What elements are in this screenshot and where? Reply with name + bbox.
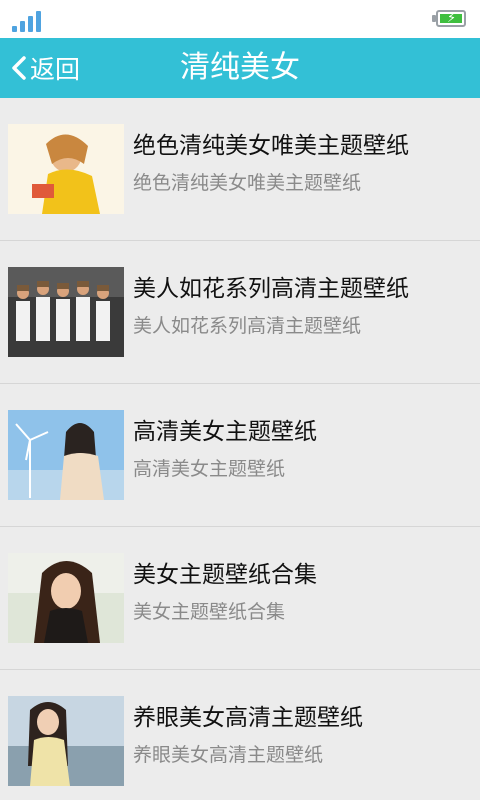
wallpaper-list: 绝色清纯美女唯美主题壁纸 绝色清纯美女唯美主题壁纸 美人如花系列高清主题壁纸 美…	[0, 98, 480, 800]
wallpaper-thumbnail	[8, 553, 124, 643]
item-subtitle: 美人如花系列高清主题壁纸	[133, 315, 362, 337]
wallpaper-thumbnail	[8, 267, 124, 357]
wallpaper-thumbnail	[8, 124, 124, 214]
title-bar: 清纯美女 返回	[0, 38, 480, 98]
list-item[interactable]: 美女主题壁纸合集 美女主题壁纸合集	[0, 527, 480, 670]
item-subtitle: 养眼美女高清主题壁纸	[133, 744, 324, 766]
item-title: 美人如花系列高清主题壁纸	[133, 276, 409, 302]
item-title: 美女主题壁纸合集	[133, 562, 317, 588]
item-title: 养眼美女高清主题壁纸	[133, 705, 363, 731]
item-subtitle: 绝色清纯美女唯美主题壁纸	[133, 172, 362, 194]
item-subtitle: 高清美女主题壁纸	[133, 458, 286, 480]
battery-charging-icon: ⚡	[432, 10, 466, 27]
list-item[interactable]: 美人如花系列高清主题壁纸 美人如花系列高清主题壁纸	[0, 241, 480, 384]
wallpaper-thumbnail	[8, 696, 124, 786]
list-item[interactable]: 养眼美女高清主题壁纸 养眼美女高清主题壁纸	[0, 670, 480, 800]
signal-strength-icon	[12, 10, 48, 32]
item-subtitle: 美女主题壁纸合集	[133, 601, 286, 623]
list-item[interactable]: 绝色清纯美女唯美主题壁纸 绝色清纯美女唯美主题壁纸	[0, 98, 480, 241]
item-title: 高清美女主题壁纸	[133, 419, 317, 445]
status-bar: ⚡	[0, 0, 480, 38]
chevron-left-icon	[12, 56, 26, 80]
back-button[interactable]: 返回	[10, 38, 80, 98]
back-label: 返回	[30, 55, 81, 84]
list-item[interactable]: 高清美女主题壁纸 高清美女主题壁纸	[0, 384, 480, 527]
wallpaper-thumbnail	[8, 410, 124, 500]
item-title: 绝色清纯美女唯美主题壁纸	[133, 133, 409, 159]
